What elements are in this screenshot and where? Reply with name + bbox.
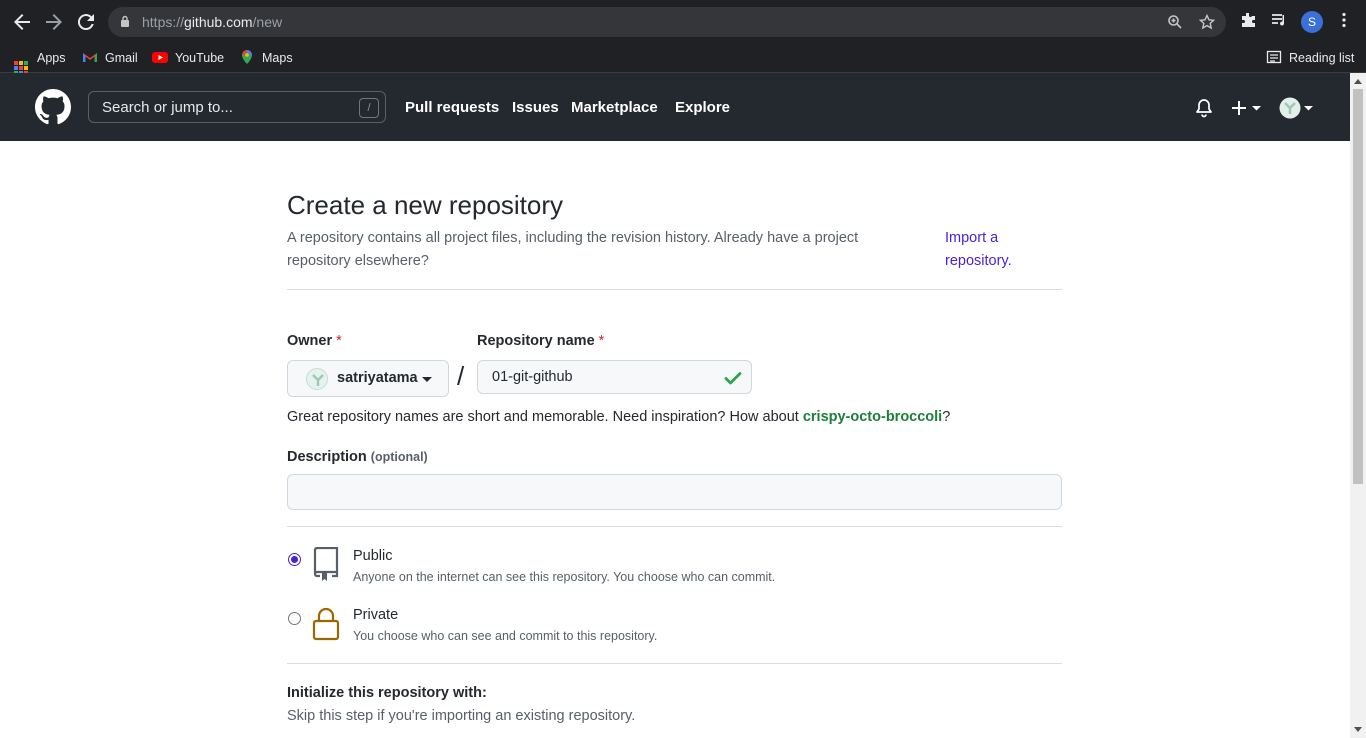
visibility-public-title: Public xyxy=(353,548,393,564)
visibility-private-desc: You choose who can see and commit to thi… xyxy=(353,629,658,643)
initialize-description: Skip this step if you're importing an ex… xyxy=(287,708,636,724)
reading-list-icon xyxy=(1266,50,1282,64)
nav-marketplace[interactable]: Marketplace xyxy=(571,99,658,116)
repo-book-icon xyxy=(313,547,339,581)
github-logo-icon[interactable] xyxy=(35,89,71,125)
lock-icon xyxy=(312,607,340,641)
address-bar[interactable]: https://github.com/new xyxy=(108,7,1226,37)
menu-kebab-icon[interactable] xyxy=(1333,11,1355,33)
bookmark-gmail[interactable]: Gmail xyxy=(82,44,138,73)
repository-name-input[interactable]: 01-git-github xyxy=(477,360,752,394)
visibility-private-title: Private xyxy=(353,607,399,623)
search-placeholder: Search or jump to... xyxy=(102,99,233,116)
youtube-icon xyxy=(152,52,168,63)
page-subtitle: A repository contains all project files,… xyxy=(287,230,859,269)
maps-icon xyxy=(242,50,252,64)
page-scrollbar[interactable] xyxy=(1350,73,1366,738)
browser-toolbar: https://github.com/new S xyxy=(0,0,1366,44)
divider xyxy=(287,663,1062,664)
repo-name-label: Repository name * xyxy=(477,333,605,349)
page-title: Create a new repository xyxy=(287,190,564,220)
owner-name: satriyatama xyxy=(337,370,418,386)
scroll-up-arrow-icon[interactable] xyxy=(1354,79,1362,84)
lock-icon xyxy=(121,15,129,27)
nav-explore[interactable]: Explore xyxy=(675,99,730,116)
bookmark-star-icon[interactable] xyxy=(1198,13,1216,32)
notifications-bell-icon[interactable] xyxy=(1194,98,1214,123)
forward-icon[interactable] xyxy=(42,10,66,34)
visibility-private-radio[interactable] xyxy=(288,612,301,625)
user-menu-avatar[interactable] xyxy=(1279,97,1315,124)
description-label: Description (optional) xyxy=(287,449,428,465)
back-icon[interactable] xyxy=(10,10,34,34)
import-repository-link[interactable]: Import a repository. xyxy=(945,227,1045,273)
media-queue-icon[interactable] xyxy=(1268,11,1290,33)
scroll-down-arrow-icon[interactable] xyxy=(1354,727,1362,732)
divider xyxy=(287,526,1062,527)
description-input[interactable] xyxy=(287,474,1062,510)
reload-icon[interactable] xyxy=(74,10,98,34)
owner-avatar xyxy=(306,368,328,390)
bookmark-maps[interactable]: Maps xyxy=(239,44,293,73)
owner-label: Owner * xyxy=(287,333,342,349)
owner-select[interactable]: satriyatama xyxy=(287,360,449,397)
chevron-down-icon xyxy=(422,377,432,382)
initialize-title: Initialize this repository with: xyxy=(287,685,487,701)
profile-avatar[interactable]: S xyxy=(1301,11,1323,33)
divider xyxy=(287,289,1062,290)
bookmarks-bar: Apps Gmail YouTube Maps Reading list xyxy=(0,44,1366,75)
search-input[interactable]: Search or jump to... / xyxy=(88,91,386,123)
zoom-icon[interactable] xyxy=(1166,14,1184,32)
name-suggestion-link[interactable]: crispy-octo-broccoli xyxy=(803,409,942,425)
valid-check-icon xyxy=(724,372,742,385)
search-shortcut-key: / xyxy=(359,98,379,118)
github-header: Search or jump to... / Pull requests Iss… xyxy=(0,73,1350,141)
reading-list[interactable]: Reading list xyxy=(1266,44,1354,73)
nav-pull-requests[interactable]: Pull requests xyxy=(405,99,499,116)
create-new-plus-icon[interactable] xyxy=(1231,99,1263,122)
visibility-public-desc: Anyone on the internet can see this repo… xyxy=(353,570,776,584)
repository-name-value: 01-git-github xyxy=(492,369,573,385)
repo-name-hint: Great repository names are short and mem… xyxy=(287,409,951,425)
nav-issues[interactable]: Issues xyxy=(512,99,559,116)
scroll-thumb[interactable] xyxy=(1353,89,1363,484)
owner-repo-separator: / xyxy=(457,361,465,391)
visibility-public-radio[interactable] xyxy=(288,553,301,566)
bookmark-apps[interactable]: Apps xyxy=(14,44,66,75)
bookmark-youtube[interactable]: YouTube xyxy=(152,44,224,73)
extensions-icon[interactable] xyxy=(1237,11,1259,33)
url-text: https://github.com/new xyxy=(142,14,283,30)
gmail-icon xyxy=(83,53,97,62)
